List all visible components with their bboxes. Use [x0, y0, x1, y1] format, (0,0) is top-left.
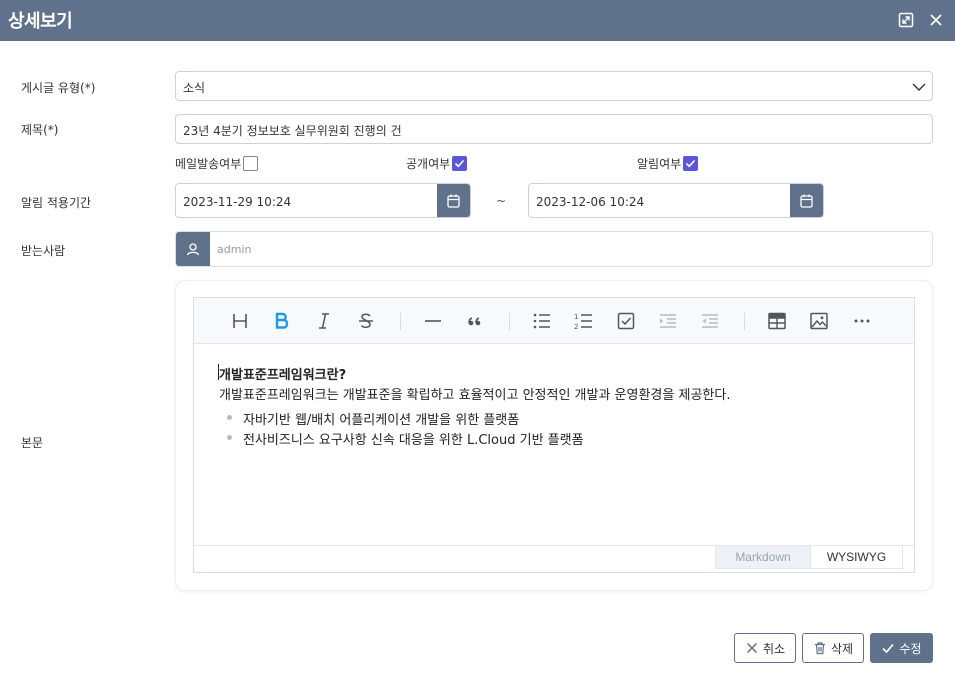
rich-text-editor: 12 개발표준프레임워크란? 개발표준프레임워크는 개발표준을 확립하고 효율적…	[193, 297, 915, 573]
list-bullet	[227, 415, 232, 420]
outdent-icon[interactable]	[697, 309, 723, 333]
tab-wysiwyg[interactable]: WYSIWYG	[811, 546, 903, 569]
subject-input[interactable]: 23년 4분기 정보보호 실무위원회 진행의 건	[175, 114, 933, 144]
toolbar-divider	[744, 313, 745, 330]
strikethrough-icon[interactable]	[353, 309, 379, 333]
calendar-icon	[447, 194, 460, 208]
bold-icon[interactable]	[269, 309, 295, 333]
toolbar-divider	[400, 313, 401, 330]
trash-icon	[814, 642, 825, 655]
editor-toolbar: 12	[194, 298, 914, 344]
bullet-list-icon[interactable]	[529, 309, 555, 333]
task-list-icon[interactable]	[613, 309, 639, 333]
close-icon[interactable]	[927, 11, 945, 29]
cancel-label: 취소	[762, 641, 786, 656]
user-icon	[186, 243, 200, 256]
svg-text:2: 2	[574, 323, 578, 331]
start-calendar-button[interactable]	[437, 184, 470, 217]
option-mail: 메일발송여부	[175, 155, 259, 171]
end-date-value: 2023-12-06 10:24	[536, 195, 645, 209]
end-date-field[interactable]: 2023-12-06 10:24	[528, 183, 824, 218]
quote-icon[interactable]	[462, 309, 488, 333]
delete-button[interactable]: 삭제	[802, 633, 864, 663]
option-notify: 알림여부	[637, 155, 699, 171]
content-heading: 개발표준프레임워크란?	[219, 368, 347, 383]
category-label: 게시글 유형(*)	[21, 81, 96, 95]
dialog-header: 상세보기	[0, 0, 955, 41]
date-separator: ~	[496, 194, 507, 208]
expand-icon[interactable]	[897, 11, 915, 29]
notify-period-label: 알림 적용기간	[21, 196, 92, 210]
more-icon[interactable]	[849, 309, 875, 333]
user-select-button[interactable]	[176, 232, 210, 266]
category-value: 소식	[183, 81, 206, 95]
mail-checkbox[interactable]	[243, 155, 259, 171]
option-public-label: 공개여부	[406, 156, 451, 171]
end-calendar-button[interactable]	[790, 184, 823, 217]
list-item: 전사비즈니스 요구사항 신속 대응을 위한 L.Cloud 기반 플랫폼	[243, 433, 584, 448]
ordered-list-icon[interactable]: 12	[571, 309, 597, 333]
svg-text:1: 1	[574, 313, 578, 321]
option-mail-label: 메일발송여부	[175, 156, 242, 171]
category-select[interactable]: 소식	[175, 71, 933, 101]
dialog-title: 상세보기	[8, 11, 73, 32]
calendar-icon	[800, 194, 813, 208]
recipient-label: 받는사람	[21, 244, 66, 258]
table-icon[interactable]	[764, 309, 790, 333]
check-icon	[882, 643, 895, 654]
cancel-button[interactable]: 취소	[734, 633, 796, 663]
save-label: 수정	[899, 641, 922, 656]
chevron-down-icon	[910, 78, 928, 96]
list-bullet	[227, 435, 232, 440]
close-icon	[746, 642, 757, 654]
image-icon[interactable]	[806, 309, 832, 333]
toolbar-divider	[509, 313, 510, 330]
heading-icon[interactable]	[227, 309, 253, 333]
subject-label: 제목(*)	[21, 123, 59, 137]
start-date-field[interactable]: 2023-11-29 10:24	[175, 183, 471, 218]
delete-label: 삭제	[830, 641, 854, 656]
notify-checkbox[interactable]	[683, 155, 699, 171]
option-public: 공개여부	[406, 155, 468, 171]
content-paragraph: 개발표준프레임워크는 개발표준을 확립하고 효율적이고 안정적인 개발과 운영환…	[219, 388, 731, 403]
editor-mode-bar: Markdown WYSIWYG	[194, 545, 914, 572]
start-date-value: 2023-11-29 10:24	[183, 195, 292, 209]
save-button[interactable]: 수정	[870, 633, 933, 663]
body-label: 본문	[21, 436, 44, 450]
italic-icon[interactable]	[311, 309, 337, 333]
recipient-field[interactable]: admin	[175, 231, 933, 267]
horizontal-rule-icon[interactable]	[420, 309, 446, 333]
tab-markdown[interactable]: Markdown	[715, 546, 811, 569]
subject-value: 23년 4분기 정보보호 실무위원회 진행의 건	[183, 124, 402, 138]
option-notify-label: 알림여부	[637, 156, 682, 171]
public-checkbox[interactable]	[452, 155, 468, 171]
list-item: 자바기반 웹/배치 어플리케이션 개발을 위한 플랫폼	[243, 413, 520, 428]
indent-icon[interactable]	[655, 309, 681, 333]
recipient-value: admin	[217, 243, 252, 256]
